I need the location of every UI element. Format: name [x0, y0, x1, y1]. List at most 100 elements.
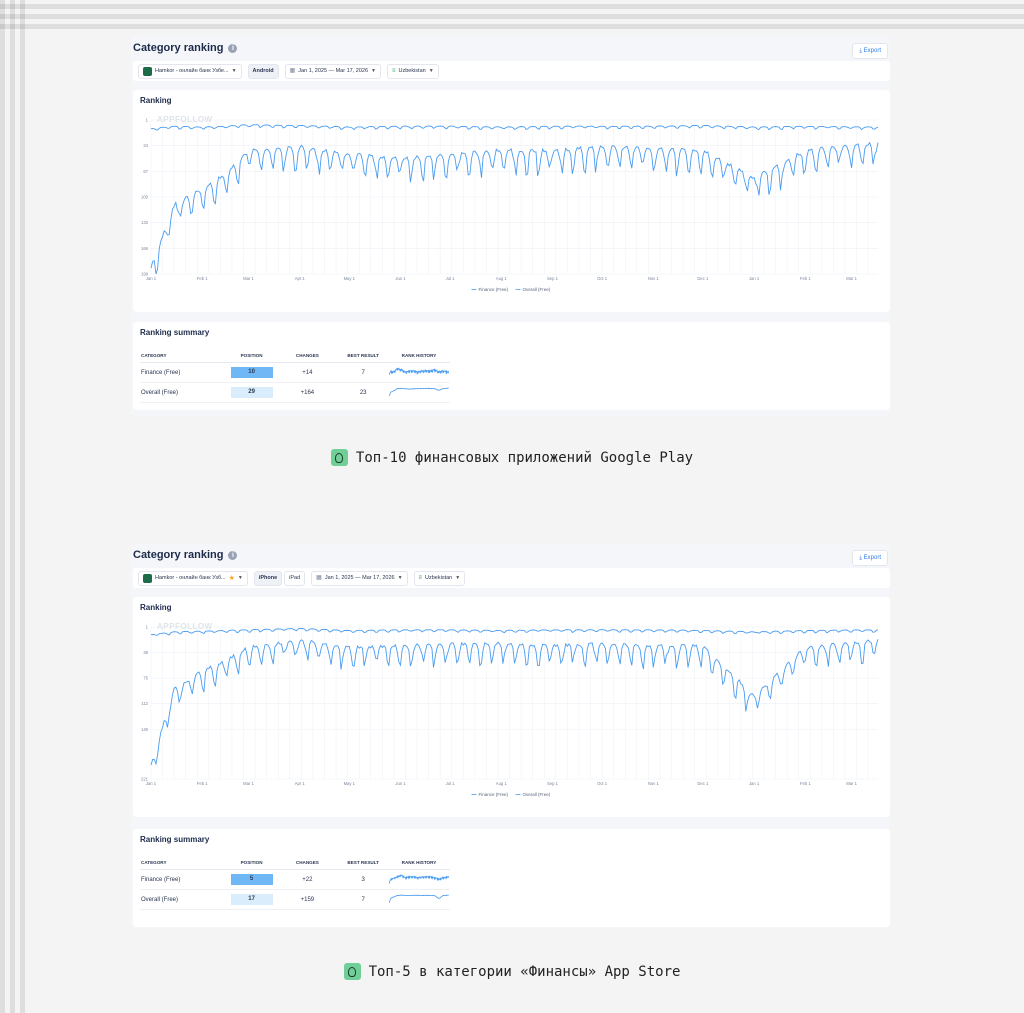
export-button[interactable]: ⤓ Export — [852, 550, 888, 566]
table-row[interactable]: Finance (Free) 10 +14 7 — [140, 362, 450, 383]
y-tick-label: 67 — [143, 169, 148, 174]
filter-bar: Hamkor - онлайн банк Узбе... ▼ Android ▦… — [133, 61, 890, 81]
date-range-picker[interactable]: ▦ Jan 1, 2025 — Mar 17, 2026 ▼ — [284, 63, 381, 79]
x-tick-label: Jan 1 — [146, 276, 157, 281]
x-tick-label: Mar 1 — [846, 781, 857, 786]
legend-item[interactable]: Finance (Free) — [479, 287, 509, 292]
ranking-summary-card: Ranking summary CATEGORY POSITION CHANGE… — [133, 322, 890, 410]
rank-history-sparkline — [388, 873, 450, 884]
sparkline-path — [388, 873, 450, 884]
series-line-overall[interactable] — [150, 639, 879, 766]
y-tick-label: 1 — [146, 118, 149, 123]
x-tick-label: Mar 1 — [846, 276, 857, 281]
sparkline-path — [388, 387, 449, 396]
app-logo-icon — [143, 66, 152, 76]
info-icon[interactable]: i — [228, 43, 238, 53]
col-best-result: BEST RESULT — [338, 348, 388, 363]
series-line-finance[interactable] — [150, 124, 879, 131]
x-tick-label: Feb 1 — [197, 276, 208, 281]
best-result-cell: 23 — [338, 382, 388, 403]
info-icon[interactable]: i — [228, 550, 238, 560]
col-category: CATEGORY — [140, 855, 227, 870]
caption-app-store: Топ-5 в категории «Финансы» App Store — [0, 963, 1024, 980]
legend-item[interactable]: Overall (Free) — [523, 287, 551, 292]
device-tab-android[interactable]: Android — [247, 63, 279, 79]
category-cell: Overall (Free) — [140, 382, 227, 403]
chevron-down-icon: ▼ — [428, 67, 434, 74]
export-button[interactable]: ⤓ Export — [852, 43, 888, 59]
x-tick-label: Sep 1 — [547, 276, 559, 281]
x-tick-label: Aug 1 — [496, 276, 508, 281]
x-tick-label: Jan 1 — [749, 781, 760, 786]
panel-title: Category ranking i — [133, 549, 238, 561]
x-tick-label: Oct 1 — [597, 276, 608, 281]
category-ranking-panel-app-store: Category ranking i ⤓ Export Hamkor - онл… — [131, 543, 890, 929]
category-cell: Overall (Free) — [140, 889, 227, 910]
ranking-chart: 13467100133166199Jan 1 Feb 1 Mar 1 Apr 1 May… — [141, 115, 879, 292]
y-tick-label: 75 — [143, 676, 148, 681]
y-tick-label: 100 — [141, 195, 149, 200]
position-badge: 5 — [230, 874, 273, 885]
app-selector[interactable]: Hamkor - онлайн банк Узб... ★ ▼ — [138, 570, 248, 586]
legend-item[interactable]: Finance (Free) — [479, 792, 509, 797]
summary-table: CATEGORY POSITION CHANGES BEST RESULT RA… — [140, 855, 450, 910]
rank-history-sparkline — [388, 894, 449, 903]
date-range-picker[interactable]: ▦ Jan 1, 2025 — Mar 17, 2026 ▼ — [311, 570, 408, 586]
series-line-finance[interactable] — [150, 628, 879, 636]
col-changes: CHANGES — [276, 855, 339, 870]
x-tick-label: Feb 1 — [800, 276, 811, 281]
y-tick-label: 1 — [146, 625, 149, 630]
x-tick-label: Mar 1 — [243, 276, 254, 281]
lightbulb-icon — [343, 963, 361, 980]
x-tick-label: Feb 1 — [800, 781, 811, 786]
x-tick-label: Nov 1 — [648, 781, 660, 786]
x-tick-label: Jul 1 — [446, 276, 456, 281]
chevron-down-icon: ▼ — [371, 67, 376, 74]
series-line-overall[interactable] — [150, 141, 879, 275]
country-selector[interactable]: ≡ Uzbekistan ▼ — [413, 570, 466, 586]
sparkline-path — [388, 894, 449, 903]
x-tick-label: Apr 1 — [295, 781, 306, 786]
y-tick-label: 133 — [141, 220, 149, 225]
filter-bar: Hamkor - онлайн банк Узб... ★ ▼ iPhone i… — [133, 568, 890, 588]
y-tick-label: 34 — [143, 143, 148, 148]
x-tick-label: Jan 1 — [146, 781, 157, 786]
legend-item[interactable]: Overall (Free) — [523, 792, 551, 797]
best-result-cell: 7 — [338, 889, 388, 910]
download-icon: ⤓ — [859, 555, 862, 561]
x-tick-label: Jun 1 — [395, 781, 406, 786]
table-row[interactable]: Overall (Free) 29 +164 23 — [140, 382, 450, 403]
flag-icon: ≡ — [418, 574, 423, 581]
x-tick-label: Feb 1 — [197, 781, 208, 786]
rank-history-sparkline — [388, 366, 450, 375]
table-row[interactable]: Overall (Free) 17 +159 7 — [140, 889, 450, 910]
col-best-result: BEST RESULT — [338, 855, 388, 870]
col-position: POSITION — [226, 348, 277, 363]
download-icon: ⤓ — [859, 48, 862, 54]
app-selector[interactable]: Hamkor - онлайн банк Узбе... ▼ — [138, 63, 242, 79]
device-tab-ipad[interactable]: iPad — [284, 570, 306, 586]
y-tick-label: 112 — [141, 701, 148, 706]
y-tick-label: 149 — [141, 727, 149, 732]
category-cell: Finance (Free) — [140, 869, 227, 890]
changes-cell: +159 — [276, 889, 339, 910]
category-ranking-panel-google-play: Category ranking i ⤓ Export Hamkor - онл… — [131, 36, 890, 416]
summary-title: Ranking summary — [140, 328, 210, 337]
country-selector[interactable]: ≡ Uzbekistan ▼ — [386, 63, 439, 79]
y-tick-label: 166 — [141, 246, 149, 251]
watermark: APPFOLLOW — [157, 622, 213, 631]
app-logo-icon — [143, 573, 152, 583]
y-tick-label: 38 — [143, 650, 148, 655]
calendar-icon: ▦ — [289, 67, 296, 74]
table-row[interactable]: Finance (Free) 5 +22 3 — [140, 869, 450, 890]
sparkline-path — [388, 366, 450, 375]
x-tick-label: Nov 1 — [648, 276, 660, 281]
device-tab-iphone[interactable]: iPhone — [253, 570, 283, 586]
star-icon: ★ — [228, 574, 235, 582]
summary-title: Ranking summary — [140, 835, 210, 844]
position-badge: 10 — [230, 367, 273, 378]
changes-cell: +14 — [276, 362, 339, 383]
device-tabs: iPhone iPad — [253, 570, 306, 586]
col-category: CATEGORY — [140, 348, 227, 363]
x-tick-label: Dec 1 — [697, 276, 709, 281]
